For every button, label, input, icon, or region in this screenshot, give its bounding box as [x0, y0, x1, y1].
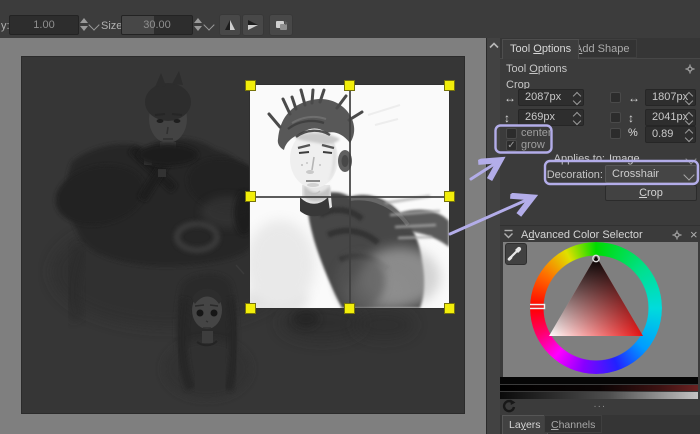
crop-handle-w[interactable] — [244, 191, 256, 202]
tool-options-header: Tool Options — [506, 63, 568, 75]
ring-marker — [530, 303, 546, 310]
color-docker-settings-icon[interactable] — [672, 230, 682, 240]
mirror-horizontal-button[interactable] — [219, 14, 241, 36]
y-position-field[interactable]: 269px — [518, 109, 584, 126]
right-panel: Tool Options Add Shape Tool Options Crop… — [500, 38, 700, 434]
opacity-value: 1.00 — [33, 19, 55, 31]
grow-label: grow — [521, 139, 545, 151]
collapse-up-icon[interactable] — [489, 41, 499, 50]
docker-collapse-icon[interactable] — [503, 229, 514, 240]
docker-divider — [500, 225, 700, 226]
center-checkbox[interactable] — [506, 128, 517, 139]
opacity-spinbox[interactable]: 1.00 — [9, 15, 79, 35]
crop-handle-ne[interactable] — [443, 79, 455, 91]
decoration-dropdown[interactable]: Crosshair — [605, 165, 697, 183]
size-value: 30.00 — [143, 19, 171, 31]
color-selector-title: Advanced Color Selector — [521, 229, 643, 241]
size-spin-up-icon[interactable] — [194, 18, 202, 23]
hsv-triangle[interactable] — [530, 242, 662, 374]
x-spin-down-icon[interactable] — [572, 96, 582, 106]
crop-handle-nw[interactable] — [244, 79, 256, 91]
height-icon: ↕ — [628, 111, 634, 125]
percent-spin-down-icon[interactable] — [684, 133, 694, 143]
x-position-field[interactable]: 2087px — [518, 89, 584, 106]
crop-handle-s[interactable] — [344, 302, 355, 314]
crop-handle-e[interactable] — [443, 191, 455, 202]
mirror-vertical-icon — [248, 20, 258, 30]
panel-tabbar: Tool Options Add Shape — [500, 38, 700, 59]
docker-settings-icon[interactable] — [685, 64, 695, 74]
top-toolbar: y: 1.00 Size: 30.00 — [0, 0, 700, 39]
crop-handle-sw[interactable] — [244, 302, 256, 314]
crosshair-horizontal-line — [250, 196, 449, 198]
crop-button[interactable]: Crop — [605, 185, 697, 201]
y-position-icon: ↕ — [504, 111, 510, 125]
grow-checkbox[interactable]: ✓ — [506, 140, 517, 151]
mirror-vertical-button[interactable] — [242, 14, 264, 36]
canvas-area[interactable] — [0, 38, 486, 434]
refresh-icon[interactable] — [502, 399, 516, 413]
width-spin-down-icon[interactable] — [684, 96, 694, 106]
check-icon: ✓ — [507, 140, 516, 151]
tab-layers[interactable]: Layers — [502, 415, 548, 434]
height-spin-down-icon[interactable] — [684, 116, 694, 126]
decoration-label: Decoration: — [546, 169, 603, 181]
percent-checkbox[interactable] — [610, 128, 621, 139]
percent-field[interactable]: 0.89 — [645, 126, 696, 143]
tab-tool-options[interactable]: Tool Options — [502, 39, 580, 59]
x-position-icon: ↔ — [504, 91, 516, 105]
opacity-spin-down-icon[interactable] — [80, 26, 88, 31]
width-checkbox[interactable] — [610, 92, 621, 103]
panel-splitter[interactable] — [486, 38, 501, 434]
crop-handle-se[interactable] — [443, 302, 455, 314]
size-spinbox[interactable]: 30.00 — [121, 15, 193, 35]
percent-label: % — [628, 127, 638, 139]
crop-handle-n[interactable] — [344, 79, 355, 91]
decoration-chevron-icon — [683, 169, 695, 181]
applies-to-label: Applies to: — [553, 153, 605, 165]
shade-strip-gray[interactable] — [500, 392, 698, 399]
opacity-spin-up-icon[interactable] — [80, 18, 88, 23]
height-checkbox[interactable] — [610, 112, 621, 123]
center-label: center — [521, 127, 552, 139]
shade-strip-red[interactable] — [500, 385, 698, 391]
height-field[interactable]: 2041px — [645, 109, 696, 126]
size-preset-chevron-icon[interactable] — [203, 19, 215, 31]
y-spin-down-icon[interactable] — [572, 116, 582, 126]
eyedropper-icon — [507, 246, 522, 261]
opacity-preset-chevron-icon[interactable] — [88, 19, 100, 31]
mirror-horizontal-icon — [225, 20, 235, 30]
tab-channels[interactable]: Channels — [544, 415, 603, 433]
splitter-dots[interactable]: ... — [586, 399, 614, 410]
width-icon: ↔ — [628, 91, 640, 105]
bottom-tabbar: Layers Channels — [500, 415, 700, 434]
wraparound-mode-button[interactable] — [269, 14, 293, 36]
wraparound-mode-icon — [275, 21, 288, 30]
width-field[interactable]: 1807px — [645, 89, 696, 106]
shade-strip-black[interactable] — [500, 377, 698, 384]
applies-chevron-icon — [685, 153, 697, 165]
size-spin-down-icon[interactable] — [194, 26, 202, 31]
eyedropper-button[interactable] — [505, 243, 527, 265]
close-icon[interactable]: × — [690, 227, 698, 242]
